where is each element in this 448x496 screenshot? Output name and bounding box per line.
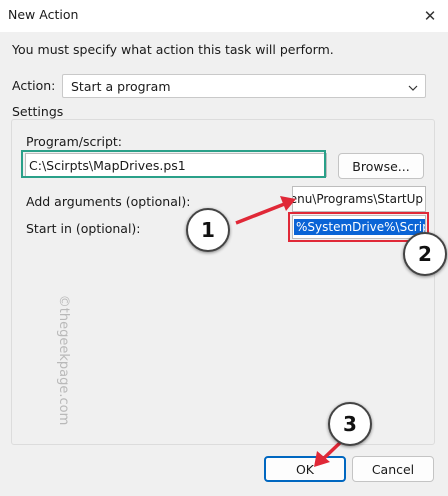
settings-group-label: Settings: [12, 104, 64, 119]
program-script-input[interactable]: C:\Scirpts\MapDrives.ps1: [25, 153, 327, 177]
close-icon: ✕: [423, 7, 437, 25]
start-in-input[interactable]: %SystemDrive%\Scripts\: [292, 215, 426, 239]
cancel-button[interactable]: Cancel: [352, 456, 434, 482]
arguments-input[interactable]: Menu\Programs\StartUp: [292, 186, 426, 212]
window-title: New Action: [8, 7, 79, 22]
start-in-label: Start in (optional):: [26, 221, 141, 236]
program-script-label: Program/script:: [26, 134, 122, 149]
ok-button[interactable]: OK: [264, 456, 346, 482]
chevron-down-icon: [407, 79, 419, 98]
program-script-value: C:\Scirpts\MapDrives.ps1: [29, 158, 186, 173]
arguments-label: Add arguments (optional):: [26, 194, 191, 209]
instruction-text: You must specify what action this task w…: [12, 42, 334, 57]
action-dropdown[interactable]: Start a program: [62, 74, 426, 98]
dialog-body: You must specify what action this task w…: [0, 32, 448, 496]
action-dropdown-value: Start a program: [71, 79, 171, 94]
step-3-badge: 3: [328, 402, 372, 446]
step-2-badge: 2: [403, 232, 447, 276]
step-1-badge: 1: [186, 208, 230, 252]
title-bar: New Action ✕: [0, 0, 448, 32]
browse-button[interactable]: Browse...: [338, 153, 424, 179]
close-button[interactable]: ✕: [412, 0, 448, 32]
action-label: Action:: [12, 78, 56, 93]
start-in-value: %SystemDrive%\Scripts\: [294, 219, 425, 235]
arguments-value: Menu\Programs\StartUp: [292, 192, 423, 206]
